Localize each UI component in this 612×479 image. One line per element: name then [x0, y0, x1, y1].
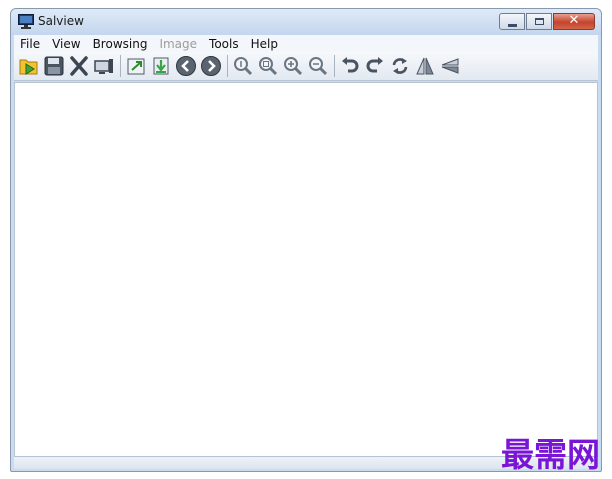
next-icon [201, 56, 221, 76]
app-monitor-icon [18, 14, 34, 29]
flip-horizontal-icon [416, 57, 434, 75]
delete-icon [70, 56, 88, 76]
flip-vertical-button[interactable] [438, 54, 462, 78]
app-window: Salview ✕ File View Browsing Image Tools… [10, 8, 602, 472]
toolbar-separator [120, 55, 121, 77]
zoom-actual-button[interactable] [231, 54, 255, 78]
slideshow-icon [94, 59, 113, 74]
zoom-in-button[interactable] [281, 54, 305, 78]
maximize-icon [535, 18, 544, 25]
export-icon [127, 58, 145, 75]
menu-browsing[interactable]: Browsing [87, 37, 154, 51]
zoom-fit-icon [259, 57, 278, 76]
toolbar-separator [334, 55, 335, 77]
refresh-button[interactable] [388, 54, 412, 78]
import-icon [153, 57, 169, 75]
zoom-out-button[interactable] [306, 54, 330, 78]
delete-button[interactable] [67, 54, 91, 78]
save-button[interactable] [42, 54, 66, 78]
zoom-actual-icon [234, 57, 253, 76]
minimize-icon [508, 24, 517, 27]
next-button[interactable] [199, 54, 223, 78]
toolbar [14, 52, 598, 81]
menu-image[interactable]: Image [153, 37, 203, 51]
toolbar-separator [227, 55, 228, 77]
rotate-right-icon [366, 57, 383, 73]
rotate-left-icon [342, 57, 359, 73]
menu-help[interactable]: Help [245, 37, 284, 51]
previous-icon [176, 56, 196, 76]
image-view-area[interactable] [14, 82, 598, 457]
open-folder-icon [19, 59, 38, 75]
close-icon: ✕ [568, 13, 580, 28]
window-title: Salview [38, 14, 84, 28]
zoom-in-icon [284, 57, 303, 76]
menu-file[interactable]: File [14, 37, 46, 51]
zoom-out-icon [309, 57, 328, 76]
zoom-fit-button[interactable] [256, 54, 280, 78]
save-icon [44, 56, 64, 76]
maximize-button[interactable] [526, 13, 552, 30]
import-button[interactable] [149, 54, 173, 78]
flip-vertical-icon [441, 58, 459, 74]
menu-view[interactable]: View [46, 37, 86, 51]
window-controls: ✕ [498, 13, 595, 31]
flip-horizontal-button[interactable] [413, 54, 437, 78]
open-button[interactable] [17, 54, 41, 78]
rotate-right-button[interactable] [363, 54, 387, 78]
menu-bar: File View Browsing Image Tools Help [14, 35, 598, 52]
rotate-left-button[interactable] [338, 54, 362, 78]
minimize-button[interactable] [499, 13, 525, 30]
previous-button[interactable] [174, 54, 198, 78]
slideshow-button[interactable] [92, 54, 116, 78]
refresh-icon [392, 58, 408, 74]
title-bar[interactable]: Salview ✕ [11, 9, 601, 35]
close-button[interactable]: ✕ [553, 13, 595, 30]
watermark: 最需网 [501, 435, 600, 474]
menu-tools[interactable]: Tools [203, 37, 245, 51]
export-button[interactable] [124, 54, 148, 78]
